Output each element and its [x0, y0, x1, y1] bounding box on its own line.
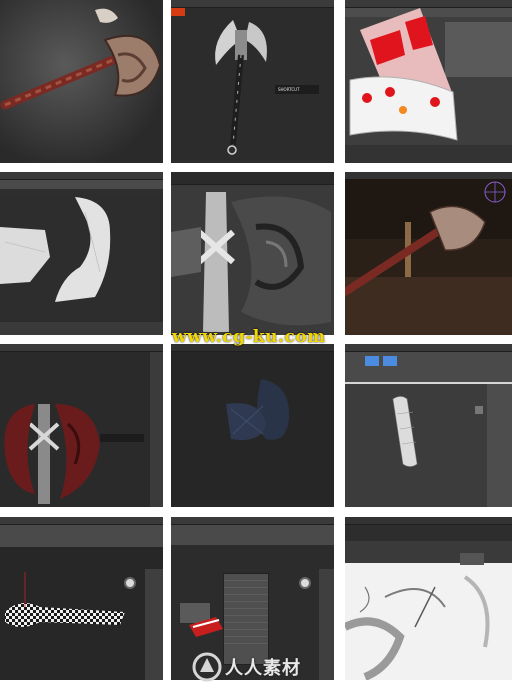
brand-watermark: 人人素材 [192, 648, 342, 684]
gizmo-icon [226, 379, 290, 440]
gizmo-icon [345, 8, 512, 163]
tile-handle-uv [345, 0, 512, 163]
tile-red-axe [0, 344, 163, 507]
axe-icon [0, 8, 162, 110]
gizmo-icon [5, 569, 163, 680]
tile-checker-blade [0, 517, 163, 680]
brand-watermark-text: 人人素材 [225, 658, 301, 679]
gizmo-icon [345, 356, 512, 507]
tile-bake-map [345, 517, 512, 680]
gizmo-icon [0, 194, 163, 335]
tile-dark-mesh [171, 344, 334, 507]
axe-icon [345, 179, 512, 335]
tile-white-mesh [0, 172, 163, 335]
svg-text:SHORTCUT: SHORTCUT [278, 87, 300, 92]
site-watermark: www.cg-ku.com [172, 327, 326, 347]
axe-icon: SHORTCUT [171, 8, 319, 155]
tile-textured-axe [0, 0, 163, 163]
axe-icon [171, 192, 331, 332]
logo-mark-icon [192, 652, 222, 682]
tile-handle-mesh [345, 344, 512, 507]
tile-sculpt-closeup [171, 172, 334, 335]
axe-icon [4, 352, 163, 507]
gizmo-icon [345, 541, 512, 680]
tile-axe-panel: SHORTCUT [171, 0, 334, 163]
tile-axe-scene [345, 172, 512, 335]
